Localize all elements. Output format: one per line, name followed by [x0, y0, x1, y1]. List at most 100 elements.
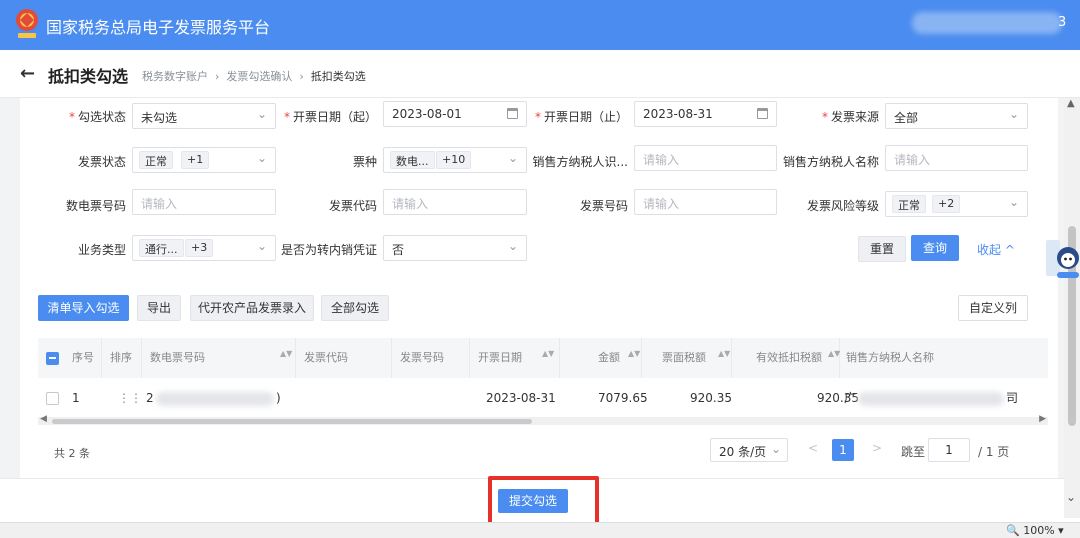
scroll-right-icon[interactable]: ▶: [1039, 414, 1046, 424]
chevron-down-icon: ⌄: [256, 151, 267, 165]
drag-handle-icon[interactable]: ⋮⋮: [118, 378, 142, 418]
chevron-down-icon: ⌄: [1008, 195, 1019, 209]
zoom-level[interactable]: 🔍 100% ▾: [1006, 524, 1064, 537]
breadcrumb-separator: ›: [215, 70, 220, 83]
table-row[interactable]: 1 ⋮⋮ 2 ) 2023-08-31 7079.65 920.35 920.3…: [38, 378, 1048, 418]
select-all-checkbox[interactable]: [46, 352, 59, 365]
date-end-input[interactable]: 2023-08-31: [634, 101, 777, 127]
cell-digital-no: 2: [146, 391, 154, 405]
chevron-up-icon: ^: [1004, 243, 1015, 257]
invoice-status-select[interactable]: 正常 +1 ⌄: [132, 147, 276, 173]
status-bar: 🔍 100% ▾: [0, 522, 1080, 538]
risk-level-label: 发票风险等级: [806, 199, 879, 213]
breadcrumb-separator: ›: [299, 70, 304, 83]
source-label: * 发票来源: [821, 110, 879, 124]
row-checkbox[interactable]: [46, 392, 59, 405]
th-digital-no[interactable]: 数电票号码 ▲▼: [142, 338, 296, 378]
total-pages: / 1 页: [978, 445, 1010, 459]
page-size-select[interactable]: 20 条/页 ⌄: [710, 438, 788, 462]
reset-button[interactable]: 重置: [858, 236, 906, 262]
digital-no-input[interactable]: 请输入: [132, 189, 276, 215]
import-list-button[interactable]: 清单导入勾选: [38, 295, 129, 321]
collapse-toggle[interactable]: 收起 ^: [977, 241, 1015, 258]
page-header: ← 抵扣类勾选 税务数字账户 › 发票勾选确认 › 抵扣类勾选: [0, 50, 1080, 98]
cell-tax: 920.35: [690, 391, 732, 405]
user-info-redacted[interactable]: [912, 12, 1062, 34]
redacted-seller-name: [858, 392, 1004, 406]
th-sort: 排序: [102, 338, 142, 378]
business-type-label: 业务类型: [77, 243, 126, 257]
invoice-no-label: 发票号码: [579, 199, 628, 213]
th-tax[interactable]: 票面税额 ▲▼: [642, 338, 732, 378]
transfer-label: 是否为转内销凭证: [280, 243, 377, 257]
agri-invoice-button[interactable]: 代开农产品发票录入: [190, 295, 314, 321]
scroll-up-icon[interactable]: ▲: [1067, 98, 1075, 109]
assistant-mascot-icon[interactable]: [1044, 236, 1080, 280]
back-arrow-icon[interactable]: ←: [20, 63, 35, 84]
calendar-icon: [757, 108, 768, 119]
source-select[interactable]: 全部 ⌄: [885, 103, 1028, 129]
invoice-code-input[interactable]: 请输入: [383, 189, 527, 215]
ticket-type-select[interactable]: 数电... +10 ⌄: [383, 147, 527, 173]
th-invoice-no: 发票号码: [392, 338, 470, 378]
th-amount[interactable]: 金额 ▲▼: [560, 338, 642, 378]
sort-icon[interactable]: ▲▼: [628, 350, 640, 358]
breadcrumb-item[interactable]: 税务数字账户: [142, 70, 208, 83]
jump-label: 跳至: [901, 445, 926, 459]
seller-name-input[interactable]: 请输入: [885, 145, 1028, 171]
seller-tax-id-input[interactable]: 请输入: [634, 145, 777, 171]
table-header: 序号 排序 数电票号码 ▲▼ 发票代码 发票号码 开票日期 ▲▼ 金额 ▲▼ 票面税额…: [38, 338, 1048, 378]
user-info-tail: 3: [1058, 15, 1067, 30]
invoice-code-label: 发票代码: [328, 199, 377, 213]
seller-tax-id-label: 销售方纳税人识...: [532, 155, 628, 169]
scroll-thumb[interactable]: [52, 419, 532, 424]
th-valid-tax[interactable]: 有效抵扣税额 ▲▼: [732, 338, 840, 378]
th-invoice-code: 发票代码: [296, 338, 392, 378]
business-type-select[interactable]: 通行... +3 ⌄: [132, 235, 276, 261]
prev-page-icon[interactable]: <: [808, 441, 818, 455]
page-title: 抵扣类勾选: [48, 67, 129, 86]
main-panel: * 勾选状态 未勾选 ⌄ * 开票日期（起） 2023-08-01 * 开票日期（止） …: [20, 98, 1058, 478]
chevron-down-icon: ⌄: [507, 239, 518, 253]
chevron-down-icon: ⌄: [507, 151, 518, 165]
scroll-left-icon[interactable]: ◀: [40, 414, 47, 424]
cell-seller-name-tail: 司: [1006, 391, 1019, 405]
export-button[interactable]: 导出: [137, 295, 181, 321]
check-status-select[interactable]: 未勾选 ⌄: [132, 103, 276, 129]
sort-icon[interactable]: ▲▼: [542, 350, 554, 358]
custom-columns-button[interactable]: 自定义列: [958, 295, 1028, 321]
next-page-icon[interactable]: >: [872, 441, 882, 455]
chevron-down-icon: ⌄: [256, 107, 267, 121]
date-start-input[interactable]: 2023-08-01: [383, 101, 527, 127]
query-button[interactable]: 查询: [911, 235, 959, 261]
tax-emblem-icon: [16, 9, 38, 38]
page-number-current[interactable]: 1: [832, 439, 854, 461]
sort-icon[interactable]: ▲▼: [280, 350, 292, 358]
th-date[interactable]: 开票日期 ▲▼: [470, 338, 560, 378]
chevron-down-icon: ⌄: [1008, 107, 1019, 121]
calendar-icon: [507, 108, 518, 119]
sort-icon[interactable]: ▲▼: [828, 350, 840, 358]
scroll-down-icon[interactable]: ⌄: [1066, 490, 1076, 504]
horizontal-scrollbar[interactable]: ◀ ▶: [38, 414, 1048, 425]
sort-icon[interactable]: ▲▼: [718, 350, 730, 358]
jump-page-input[interactable]: 1: [928, 438, 970, 462]
th-index: 序号: [66, 338, 102, 378]
cell-amount: 7079.65: [598, 391, 648, 405]
breadcrumb-current: 抵扣类勾选: [310, 70, 366, 83]
cell-digital-no-tail: ): [276, 391, 281, 405]
breadcrumb-item[interactable]: 发票勾选确认: [226, 70, 292, 83]
redacted-digital-no: [156, 392, 274, 406]
seller-name-label: 销售方纳税人名称: [782, 155, 879, 169]
chevron-down-icon: ⌄: [770, 442, 781, 456]
vertical-scrollbar[interactable]: ▲ ⌄: [1064, 98, 1080, 518]
invoice-no-input[interactable]: 请输入: [634, 189, 777, 215]
transfer-select[interactable]: 否 ⌄: [383, 235, 527, 261]
th-seller-name: 销售方纳税人名称: [846, 351, 934, 364]
cell-date: 2023-08-31: [486, 391, 556, 405]
check-status-label: * 勾选状态: [68, 110, 126, 124]
select-all-button[interactable]: 全部勾选: [321, 295, 389, 321]
top-bar: 国家税务总局电子发票服务平台 3: [0, 0, 1080, 50]
risk-level-select[interactable]: 正常 +2 ⌄: [885, 191, 1028, 217]
total-count: 共 2 条: [54, 447, 90, 460]
